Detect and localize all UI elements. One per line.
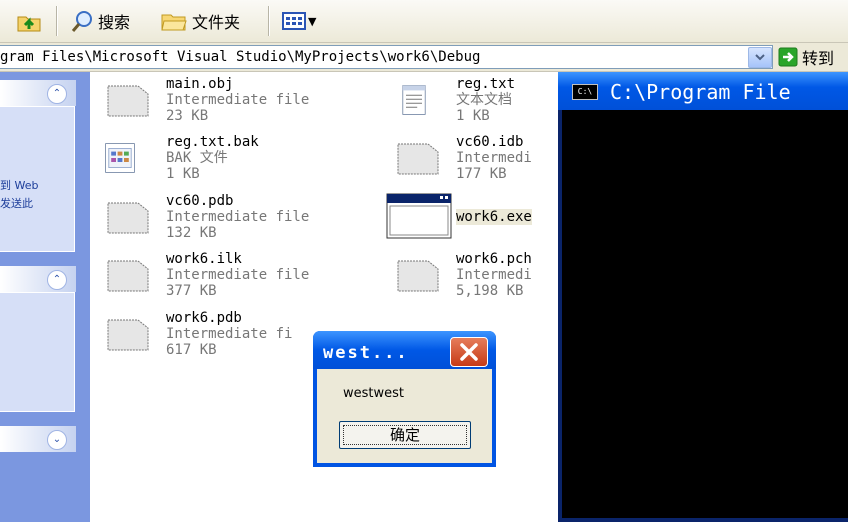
- file-name: reg.txt.bak: [166, 134, 259, 150]
- close-button[interactable]: [450, 337, 488, 367]
- message-box[interactable]: west... westwest 确定: [313, 331, 496, 467]
- file-item-work6-pdb[interactable]: work6.pdb Intermediate fi 617 KB: [104, 310, 334, 366]
- file-type: Intermedi: [456, 150, 532, 166]
- generic-file-icon: [107, 260, 149, 292]
- task-panel-header-2[interactable]: ⌃: [0, 266, 76, 292]
- file-size: 132 KB: [166, 225, 217, 241]
- go-button[interactable]: 转到: [778, 46, 834, 68]
- task-panel-body-2: [0, 292, 75, 412]
- up-folder-button[interactable]: [16, 8, 42, 34]
- file-name: vc60.idb: [456, 134, 524, 150]
- task-panel-header-3[interactable]: ⌄: [0, 426, 76, 452]
- file-name: reg.txt: [456, 76, 516, 92]
- console-title-bar[interactable]: C:\ C:\Program File: [558, 72, 848, 110]
- file-name: work6.ilk: [166, 251, 242, 267]
- address-input[interactable]: gram Files\Microsoft Visual Studio\MyPro…: [0, 45, 773, 69]
- message-box-body: westwest 确定: [317, 369, 492, 463]
- file-name: vc60.pdb: [166, 193, 234, 209]
- text-document-icon: [402, 85, 426, 115]
- generic-file-icon: [397, 143, 439, 175]
- file-size: 177 KB: [456, 166, 507, 182]
- search-label: 搜索: [98, 13, 131, 32]
- address-dropdown-button[interactable]: [748, 47, 772, 68]
- file-name: main.obj: [166, 76, 234, 92]
- file-name: work6.exe: [456, 209, 532, 225]
- file-name: work6.pdb: [166, 310, 242, 326]
- task-panel-body-1: 到 Web 发送此: [0, 106, 75, 252]
- pane-link-web[interactable]: 到 Web: [0, 177, 38, 193]
- console-window[interactable]: C:\ C:\Program File: [558, 72, 848, 522]
- file-type: Intermediate fi: [166, 326, 293, 342]
- generic-file-icon: [107, 319, 149, 351]
- file-size: 1 KB: [166, 166, 200, 182]
- address-bar: gram Files\Microsoft Visual Studio\MyPro…: [0, 43, 848, 72]
- ok-button[interactable]: 确定: [339, 421, 471, 449]
- toolbar: 搜索 文件夹 ▼: [0, 0, 848, 43]
- message-box-title-bar[interactable]: west...: [313, 331, 496, 369]
- file-type: Intermediate file: [166, 209, 310, 225]
- collapse-icon[interactable]: ⌃: [47, 84, 67, 104]
- folder-icon: [161, 14, 187, 31]
- expand-icon[interactable]: ⌄: [47, 430, 67, 450]
- up-folder-icon: [17, 16, 41, 32]
- file-size: 377 KB: [166, 283, 217, 299]
- file-item-reg-txt[interactable]: reg.txt 文本文档 1 KB: [394, 76, 554, 132]
- task-pane: ⌃ 到 Web 发送此 ⌃ ⌄: [0, 72, 90, 522]
- message-text: westwest: [343, 386, 405, 401]
- folders-label: 文件夹: [192, 13, 241, 32]
- chevron-down-icon: [755, 54, 765, 61]
- collapse-icon[interactable]: ⌃: [47, 270, 67, 290]
- message-box-title: west...: [323, 343, 409, 363]
- go-arrow-icon: [778, 47, 798, 67]
- file-size: 1 KB: [456, 108, 490, 124]
- folders-button[interactable]: 文件夹: [160, 8, 240, 34]
- file-item-work6-exe[interactable]: work6.exe: [386, 193, 558, 249]
- file-size: 617 KB: [166, 342, 217, 358]
- task-panel-header-1[interactable]: ⌃: [0, 80, 76, 106]
- file-name: work6.pch: [456, 251, 532, 267]
- console-icon: C:\: [572, 84, 598, 100]
- file-item-main-obj[interactable]: main.obj Intermediate file 23 KB: [104, 76, 364, 132]
- exe-window-icon: [386, 193, 452, 239]
- views-button[interactable]: ▼: [282, 8, 316, 34]
- console-title: C:\Program File: [610, 80, 791, 104]
- generic-file-icon: [107, 85, 149, 117]
- go-label: 转到: [802, 49, 835, 68]
- views-dropdown-icon: ▼: [308, 14, 317, 28]
- file-item-work6-ilk[interactable]: work6.ilk Intermediate file 377 KB: [104, 251, 364, 307]
- file-item-vc60-idb[interactable]: vc60.idb Intermedi 177 KB: [394, 134, 554, 190]
- ok-label: 确定: [389, 426, 420, 444]
- file-size: 23 KB: [166, 108, 209, 124]
- generic-file-icon: [397, 260, 439, 292]
- generic-file-icon: [107, 202, 149, 234]
- file-type: 文本文档: [456, 92, 512, 108]
- console-output[interactable]: [562, 110, 848, 518]
- file-item-reg-txt-bak[interactable]: reg.txt.bak BAK 文件 1 KB: [104, 134, 364, 190]
- file-type: Intermedi: [456, 267, 532, 283]
- file-type: Intermediate file: [166, 92, 310, 108]
- file-item-work6-pch[interactable]: work6.pch Intermedi 5,198 KB: [394, 251, 554, 307]
- file-type: Intermediate file: [166, 267, 310, 283]
- pane-link-send[interactable]: 发送此: [0, 195, 33, 211]
- file-size: 5,198 KB: [456, 283, 524, 299]
- file-item-vc60-pdb[interactable]: vc60.pdb Intermediate file 132 KB: [104, 193, 364, 249]
- file-type: BAK 文件: [166, 150, 228, 166]
- search-icon: [71, 11, 92, 32]
- views-icon: [282, 12, 306, 30]
- close-icon: [460, 343, 478, 361]
- search-button[interactable]: 搜索: [70, 8, 130, 34]
- bak-file-icon: [105, 143, 135, 173]
